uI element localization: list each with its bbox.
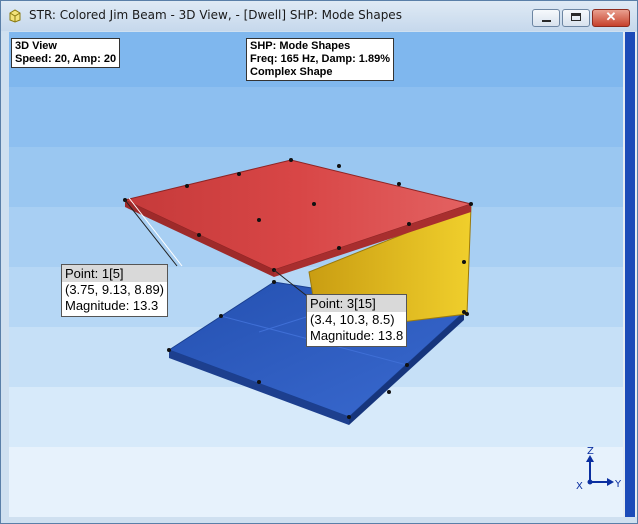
axis-triad: Z Y X bbox=[576, 446, 622, 492]
freq-damp-label: Freq: 165 Hz, Damp: 1.89% bbox=[250, 53, 390, 65]
axis-label-x: X bbox=[576, 481, 583, 492]
maximize-button[interactable] bbox=[562, 9, 590, 27]
maximize-icon bbox=[571, 13, 581, 21]
shape-name-label: SHP: Mode Shapes bbox=[250, 40, 351, 52]
window-title: STR: Colored Jim Beam - 3D View, - [Dwel… bbox=[29, 8, 402, 22]
title-bar[interactable]: STR: Colored Jim Beam - 3D View, - [Dwel… bbox=[1, 1, 637, 31]
tooltip-magnitude: Magnitude: 13.8 bbox=[310, 328, 404, 343]
scrollbar-thumb[interactable] bbox=[625, 32, 635, 517]
3d-viewport[interactable]: Z Y X 3D View Speed: 20, Amp: 20 SHP: Mo… bbox=[9, 32, 623, 517]
shape-type-label: Complex Shape bbox=[250, 66, 333, 78]
view-info-box: 3D View Speed: 20, Amp: 20 bbox=[11, 38, 121, 68]
tooltip-coords: (3.4, 10.3, 8.5) bbox=[310, 312, 395, 327]
minimize-icon bbox=[542, 20, 551, 22]
shape-info-box: SHP: Mode Shapes Freq: 165 Hz, Damp: 1.8… bbox=[246, 38, 394, 81]
tooltip-coords: (3.75, 9.13, 8.89) bbox=[65, 282, 165, 297]
close-button[interactable]: ✕ bbox=[592, 9, 630, 27]
view-mode-label: 3D View bbox=[15, 40, 57, 52]
speed-amp-label: Speed: 20, Amp: 20 bbox=[15, 53, 117, 65]
minimize-button[interactable] bbox=[532, 9, 560, 27]
app-window: STR: Colored Jim Beam - 3D View, - [Dwel… bbox=[0, 0, 638, 524]
tooltip-point-label: Point: 1[5] bbox=[62, 265, 168, 282]
tooltip-magnitude: Magnitude: 13.3 bbox=[65, 298, 159, 313]
tooltip-point-label: Point: 3[15] bbox=[307, 295, 407, 312]
vertical-scrollbar[interactable] bbox=[623, 32, 637, 517]
close-icon: ✕ bbox=[605, 9, 617, 24]
point-tooltip-1: Point: 1[5] (3.75, 9.13, 8.89) Magnitude… bbox=[61, 264, 169, 317]
cube-app-icon bbox=[9, 9, 21, 23]
axis-label-y: Y bbox=[614, 479, 622, 490]
axis-label-z: Z bbox=[587, 446, 594, 457]
point-tooltip-2: Point: 3[15] (3.4, 10.3, 8.5) Magnitude:… bbox=[306, 294, 408, 347]
